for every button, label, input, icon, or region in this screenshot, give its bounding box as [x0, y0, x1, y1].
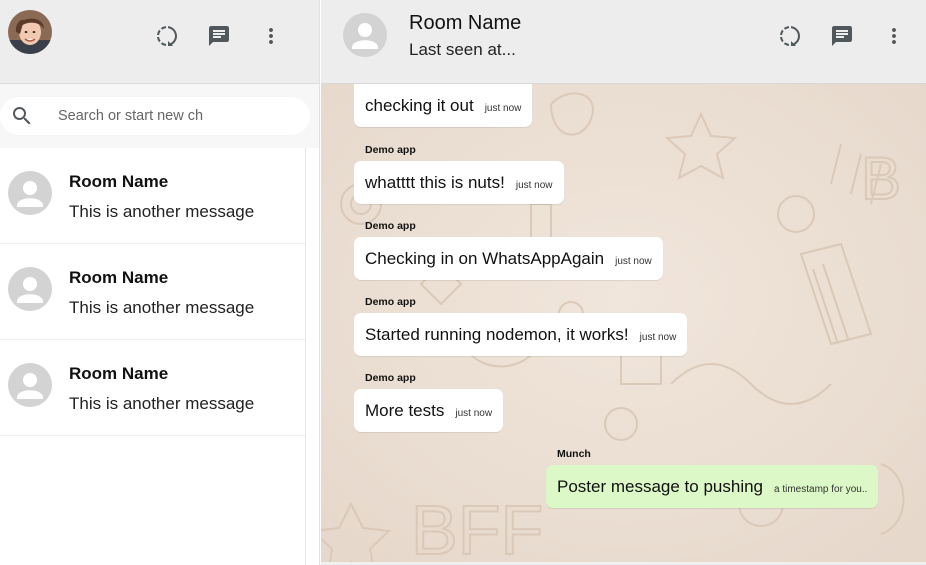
- message-sender: Munch: [557, 448, 591, 460]
- chat-list-item[interactable]: Room Name This is another message: [0, 148, 305, 244]
- chat-room-name: Room Name: [69, 172, 169, 191]
- message-bubble: whatttt this is nuts! just now: [354, 161, 564, 204]
- message-timestamp: just now: [484, 103, 522, 114]
- message-text: More tests: [365, 400, 445, 420]
- chat-list: Room Name This is another message Room N…: [0, 148, 306, 565]
- new-chat-icon[interactable]: [828, 22, 855, 49]
- chat-header-actions: [776, 22, 907, 49]
- message-text: Checking in on WhatsAppAgain: [365, 248, 605, 268]
- chat-header: Room Name Last seen at...: [321, 0, 926, 84]
- message-timestamp: just now: [515, 180, 553, 191]
- message-text: checking it out: [365, 95, 474, 115]
- avatar: [8, 171, 52, 215]
- message-timestamp: just now: [639, 332, 677, 343]
- chat-last-message: This is another message: [69, 298, 255, 317]
- message-bubble: Started running nodemon, it works! just …: [354, 313, 688, 356]
- message-bubble-sent: Poster message to pushing a timestamp fo…: [546, 465, 879, 508]
- message-timestamp: a timestamp for you..: [774, 484, 868, 495]
- message-sender: Demo app: [365, 220, 416, 232]
- chat-last-seen: Last seen at...: [409, 40, 516, 59]
- status-icon[interactable]: [776, 22, 803, 49]
- chat-list-item[interactable]: Room Name This is another message: [0, 244, 305, 340]
- search-container: [0, 97, 310, 135]
- more-vert-icon[interactable]: [880, 22, 907, 49]
- avatar: [8, 267, 52, 311]
- search-input[interactable]: [58, 108, 278, 124]
- chat-avatar[interactable]: [343, 13, 387, 57]
- chat-panel: Room Name Last seen at... B BFF checking…: [321, 0, 926, 565]
- sidebar-header: [0, 0, 319, 84]
- message-timestamp: just now: [455, 408, 493, 419]
- more-vert-icon[interactable]: [257, 22, 284, 49]
- avatar: [8, 363, 52, 407]
- message-sender: Demo app: [365, 372, 416, 384]
- chat-room-title: Room Name: [409, 12, 522, 34]
- message-text: whatttt this is nuts!: [365, 172, 505, 192]
- message-bubble: checking it out just now: [354, 84, 533, 127]
- message-sender: Demo app: [365, 296, 416, 308]
- message-timestamp: just now: [615, 256, 652, 267]
- search-icon: [10, 104, 34, 128]
- chat-last-message: This is another message: [69, 394, 255, 413]
- svg-text:B: B: [861, 145, 901, 212]
- message-bubble: More tests just now: [354, 389, 504, 432]
- new-chat-icon[interactable]: [205, 22, 232, 49]
- search-area: [0, 84, 319, 148]
- chat-room-name: Room Name: [69, 364, 169, 383]
- svg-text:BFF: BFF: [411, 491, 543, 562]
- chat-last-message: This is another message: [69, 202, 255, 221]
- message-bubble: Checking in on WhatsAppAgain just now: [354, 237, 663, 280]
- sidebar: Room Name This is another message Room N…: [0, 0, 320, 565]
- message-text: Started running nodemon, it works!: [365, 324, 629, 344]
- sidebar-header-actions: [153, 22, 284, 49]
- status-icon[interactable]: [153, 22, 180, 49]
- chat-list-item[interactable]: Room Name This is another message: [0, 340, 305, 436]
- chat-messages: B BFF checking it out just now Demo app …: [321, 84, 926, 562]
- user-avatar[interactable]: [8, 10, 52, 54]
- message-text: Poster message to pushing: [557, 476, 764, 496]
- chat-room-name: Room Name: [69, 268, 169, 287]
- message-sender: Demo app: [365, 144, 416, 156]
